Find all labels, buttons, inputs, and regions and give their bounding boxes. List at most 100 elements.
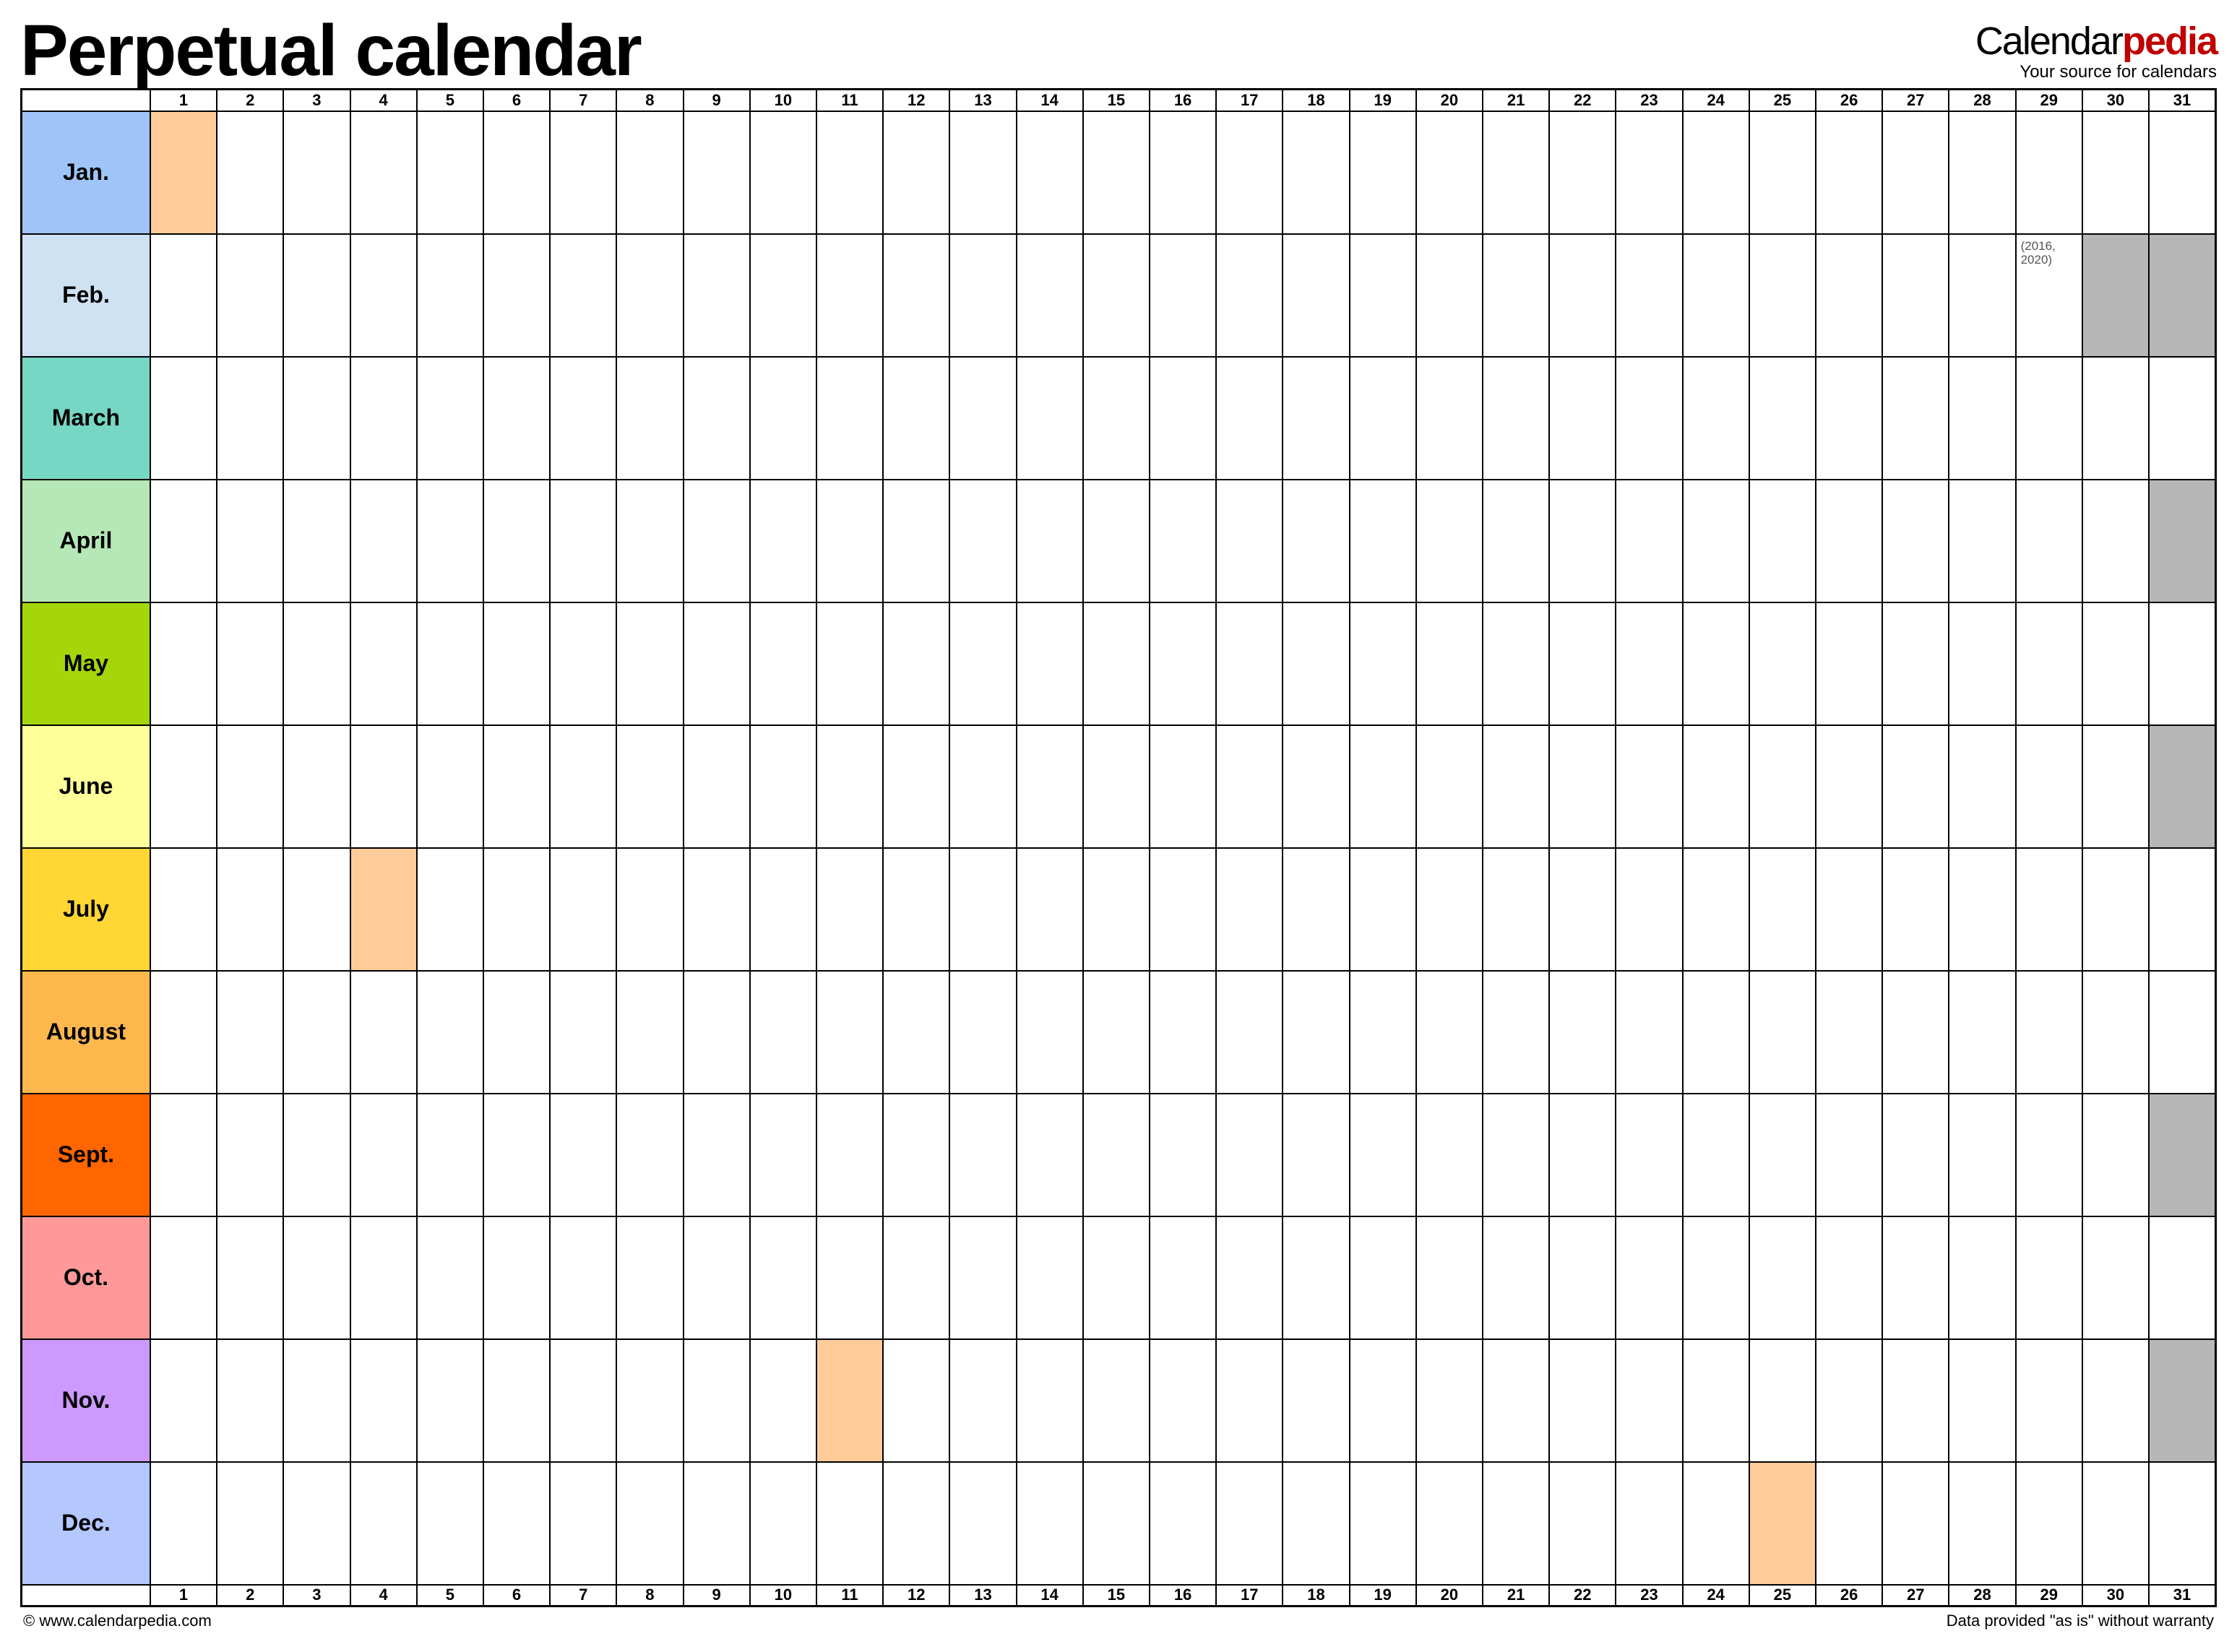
day-cell <box>816 725 883 848</box>
day-cell <box>1949 1462 2015 1585</box>
day-cell <box>1949 357 2015 480</box>
day-cell <box>217 357 283 480</box>
day-cell <box>1882 357 1949 480</box>
day-cell <box>616 480 683 602</box>
day-cell <box>2149 480 2216 602</box>
header-row-top: 1234567891011121314151617181920212223242… <box>22 90 2216 111</box>
day-cell <box>150 1094 217 1216</box>
day-cell <box>417 971 483 1094</box>
header: Perpetual calendar Calendarpedia Your so… <box>20 14 2217 87</box>
day-cell <box>1749 234 1816 357</box>
day-cell <box>949 111 1016 234</box>
month-row: Dec. <box>22 1462 2216 1585</box>
day-cell <box>150 602 217 725</box>
day-cell <box>616 1339 683 1462</box>
day-cell <box>1150 1339 1216 1462</box>
day-cell <box>1616 602 1682 725</box>
month-label: May <box>22 602 150 725</box>
day-cell <box>949 1462 1016 1585</box>
page-title: Perpetual calendar <box>20 14 641 87</box>
month-label: Nov. <box>22 1339 150 1462</box>
day-cell <box>2082 1094 2149 1216</box>
day-number-header: 15 <box>1083 90 1150 111</box>
month-label: Feb. <box>22 234 150 357</box>
day-cell <box>1416 234 1483 357</box>
day-cell <box>1283 357 1349 480</box>
day-cell <box>150 1216 217 1339</box>
day-cell <box>550 848 616 971</box>
day-number-header: 12 <box>883 1585 949 1606</box>
day-number-header: 21 <box>1483 1585 1549 1606</box>
day-cell <box>1416 357 1483 480</box>
day-cell <box>2082 848 2149 971</box>
day-cell <box>1283 971 1349 1094</box>
day-number-header: 14 <box>1017 90 1083 111</box>
day-cell <box>217 971 283 1094</box>
day-cell <box>1949 1094 2015 1216</box>
day-cell <box>1083 1339 1150 1462</box>
day-cell <box>1216 971 1283 1094</box>
month-row: June <box>22 725 2216 848</box>
day-number-header: 17 <box>1216 90 1283 111</box>
day-cell <box>1083 1094 1150 1216</box>
day-cell <box>750 971 816 1094</box>
day-cell <box>1882 1216 1949 1339</box>
day-cell <box>1549 1216 1616 1339</box>
day-cell <box>949 357 1016 480</box>
day-cell <box>1483 1094 1549 1216</box>
day-cell <box>883 602 949 725</box>
day-cell <box>616 725 683 848</box>
day-cell <box>550 1339 616 1462</box>
day-cell <box>2082 1216 2149 1339</box>
day-cell <box>483 725 550 848</box>
day-number-header: 12 <box>883 90 949 111</box>
day-cell <box>550 1216 616 1339</box>
day-cell <box>1216 848 1283 971</box>
brand-part2: pedia <box>2122 20 2217 63</box>
day-number-header: 6 <box>483 90 550 111</box>
day-cell: (2016, 2020) <box>2016 234 2082 357</box>
day-cell <box>1949 1216 2015 1339</box>
day-cell <box>750 234 816 357</box>
day-cell <box>2149 725 2216 848</box>
day-number-header: 22 <box>1549 1585 1616 1606</box>
day-cell <box>1083 1216 1150 1339</box>
day-cell <box>1549 848 1616 971</box>
day-cell <box>1749 848 1816 971</box>
day-cell <box>816 111 883 234</box>
day-cell <box>2149 234 2216 357</box>
day-cell <box>750 1462 816 1585</box>
day-cell <box>2082 602 2149 725</box>
month-row: May <box>22 602 2216 725</box>
day-number-header: 24 <box>1683 90 1749 111</box>
corner-cell <box>22 1585 150 1606</box>
day-cell <box>1017 234 1083 357</box>
day-cell <box>1483 848 1549 971</box>
day-cell <box>1017 725 1083 848</box>
day-cell <box>2149 357 2216 480</box>
day-cell <box>350 111 417 234</box>
day-cell <box>1350 1216 1416 1339</box>
day-number-header: 30 <box>2082 90 2149 111</box>
day-cell <box>417 602 483 725</box>
day-cell <box>483 480 550 602</box>
day-cell <box>1816 971 1882 1094</box>
day-number-header: 5 <box>417 90 483 111</box>
day-cell <box>2016 1339 2082 1462</box>
day-cell <box>1549 1094 1616 1216</box>
day-cell <box>1350 480 1416 602</box>
day-cell <box>550 725 616 848</box>
month-label: July <box>22 848 150 971</box>
day-cell <box>1882 480 1949 602</box>
day-cell <box>883 1462 949 1585</box>
day-cell <box>1150 234 1216 357</box>
month-label: Jan. <box>22 111 150 234</box>
day-number-header: 21 <box>1483 90 1549 111</box>
day-cell <box>2016 971 2082 1094</box>
day-cell <box>417 1339 483 1462</box>
day-cell <box>1882 725 1949 848</box>
day-cell <box>1350 234 1416 357</box>
day-cell <box>1816 111 1882 234</box>
day-cell <box>1549 725 1616 848</box>
day-cell <box>1150 971 1216 1094</box>
